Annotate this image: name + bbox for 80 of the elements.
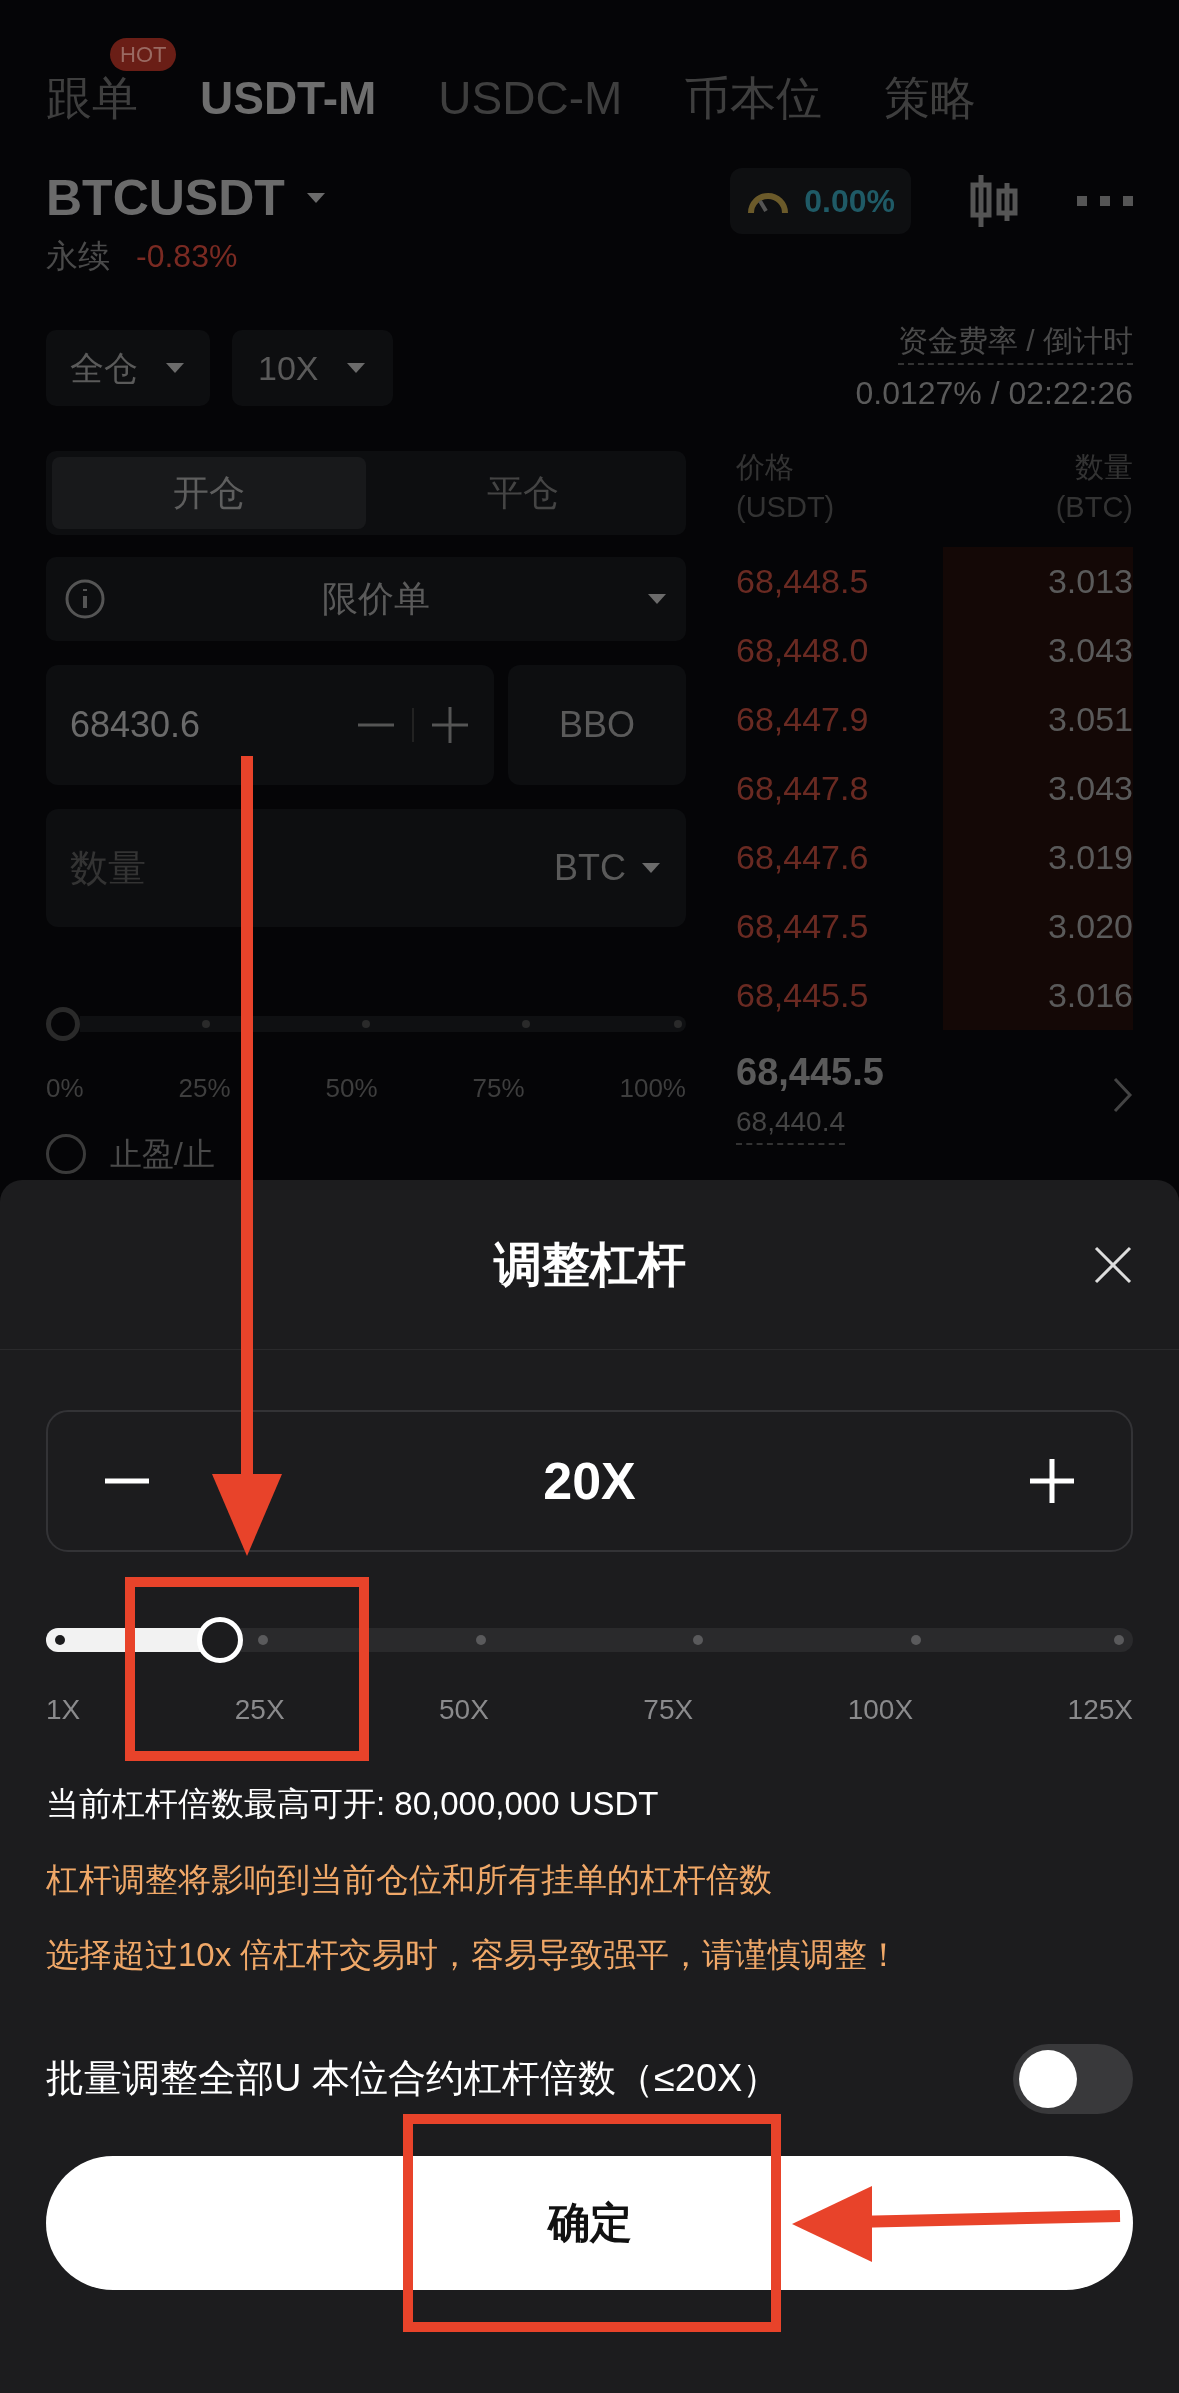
slider-label: 75%: [472, 1072, 525, 1105]
ask-price[interactable]: 68,445.5: [736, 970, 869, 1021]
price-change: -0.83%: [136, 237, 238, 276]
batch-adjust-label: 批量调整全部U 本位合约杠杆倍数（≤20X）: [46, 2056, 781, 2101]
caret-icon: [164, 361, 186, 375]
price-field[interactable]: 68430.6: [46, 665, 494, 785]
leverage-slider[interactable]: [46, 1617, 1133, 1663]
order-type-dropdown[interactable]: 限价单: [46, 557, 686, 641]
confirm-button[interactable]: 确定: [46, 2155, 1133, 2290]
slider-label: 100X: [847, 1693, 914, 1727]
symbol-name: BTCUSDT: [46, 169, 285, 228]
quantity-unit[interactable]: BTC: [554, 841, 626, 895]
caret-icon: [344, 361, 367, 375]
market-tab[interactable]: USDC-M: [438, 68, 623, 128]
mark-price: 68,440.4: [736, 1101, 845, 1145]
bbo-button[interactable]: BBO: [508, 665, 686, 785]
caret-icon: [646, 592, 668, 606]
slider-label: 25%: [178, 1072, 231, 1105]
market-tab[interactable]: 跟单: [46, 68, 138, 128]
slider-tick: [910, 1635, 921, 1645]
funding-value: 0.0127% / 02:22:26: [855, 374, 1133, 413]
slider-tick: [475, 1635, 486, 1645]
slider-tick: [258, 1635, 269, 1645]
market-tab[interactable]: 策略: [884, 68, 977, 128]
slider-label: 125X: [1067, 1693, 1133, 1727]
info-icon: [64, 578, 106, 620]
ask-quantity: 3.016: [1047, 975, 1133, 1016]
max-position-info: 当前杠杆倍数最高可开: 80,000,000 USDT: [46, 1784, 660, 1824]
ask-price[interactable]: 68,447.6: [736, 832, 869, 883]
margin-mode-dropdown[interactable]: 全仓: [46, 330, 210, 406]
slider-label: 1X: [46, 1693, 81, 1727]
sheet-title: 调整杠杆: [493, 1236, 686, 1293]
close-icon[interactable]: [1093, 1244, 1133, 1285]
caret-icon: [304, 191, 327, 205]
ask-price[interactable]: 68,447.9: [736, 694, 869, 745]
ask-quantity: 3.043: [1047, 768, 1133, 809]
slider-label: 100%: [619, 1072, 686, 1105]
ask-quantity: 3.051: [1047, 699, 1133, 740]
slider-label: 75X: [643, 1693, 694, 1727]
slider-tick: [202, 1020, 210, 1028]
position-tab[interactable]: 开仓: [52, 457, 366, 529]
slider-tick: [674, 1020, 682, 1028]
ask-price[interactable]: 68,447.8: [736, 763, 869, 814]
ask-price[interactable]: 68,448.0: [736, 625, 869, 676]
slider-label: 50%: [325, 1072, 378, 1105]
hot-badge: HOT: [110, 38, 177, 71]
more-icon[interactable]: [1077, 194, 1133, 208]
slider-label: 25X: [234, 1693, 285, 1727]
ask-quantity: 3.013: [1047, 561, 1133, 602]
ask-quantity: 3.019: [1047, 837, 1133, 878]
slider-thumb[interactable]: [46, 1007, 80, 1041]
leverage-dropdown[interactable]: 10X: [232, 330, 393, 406]
tp-sl-label: 止盈/止: [110, 1135, 215, 1174]
slider-label: 50X: [439, 1693, 489, 1727]
ask-price[interactable]: 68,448.5: [736, 556, 869, 607]
ask-quantity: 3.043: [1047, 630, 1133, 671]
market-tab[interactable]: USDT-M: [200, 68, 377, 128]
tp-sl-checkbox[interactable]: [46, 1134, 86, 1174]
sentiment-value: 0.00%: [804, 182, 895, 221]
ask-price[interactable]: 68,447.5: [736, 901, 869, 952]
slider-label: 0%: [46, 1072, 84, 1105]
caret-icon: [640, 861, 662, 875]
price-input[interactable]: 68430.6: [70, 698, 320, 752]
leverage-value: 20X: [543, 1451, 636, 1512]
sentiment-chip[interactable]: 0.00%: [730, 168, 911, 234]
market-tab[interactable]: 币本位: [684, 68, 823, 128]
funding-label[interactable]: 资金费率 / 倒计时: [898, 318, 1133, 365]
last-price: 68,445.5: [736, 1050, 885, 1095]
chevron-right-icon[interactable]: [1113, 1076, 1133, 1113]
ask-quantity: 3.020: [1047, 906, 1133, 947]
slider-tick: [693, 1635, 704, 1645]
amount-slider[interactable]: [46, 1007, 686, 1041]
slider-tick: [522, 1020, 530, 1028]
contract-type: 永续: [46, 237, 110, 276]
candlestick-icon[interactable]: [969, 173, 1019, 229]
slider-tick: [1114, 1635, 1124, 1645]
warning-text: 选择超过10x 倍杠杆交易时，容易导致强平，请谨慎调整！: [46, 1935, 902, 1975]
slider-tick: [55, 1635, 65, 1645]
warning-text: 杠杆调整将影响到当前仓位和所有挂单的杠杆倍数: [46, 1859, 773, 1900]
slider-tick: [362, 1020, 370, 1028]
